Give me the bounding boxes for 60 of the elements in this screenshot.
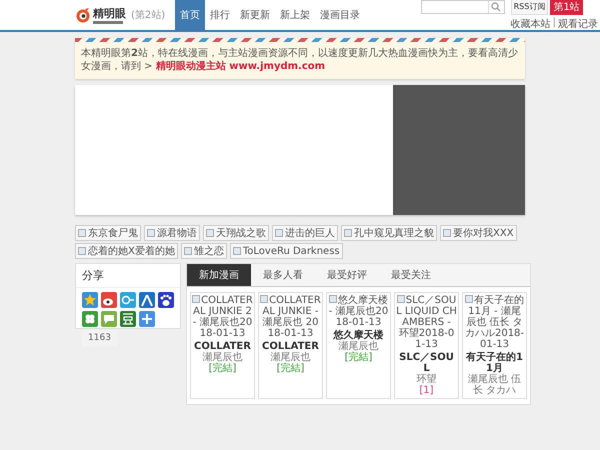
broken-cover-image: COLLATERAL JUNKIE 2 - 瀬尾辰也2018-01-13: [192, 295, 253, 339]
header-link[interactable]: 观看记录: [558, 17, 598, 31]
share-title: 分享: [76, 264, 180, 288]
star-share-icon[interactable]: [82, 292, 98, 308]
comic-author: 瀬尾辰也 伍长 タカハ: [466, 374, 522, 396]
broken-image-link[interactable]: 天翔战之歌: [203, 225, 269, 241]
comic-title[interactable]: 有天子在的11月: [464, 352, 525, 374]
broken-image-link[interactable]: 孔中窥见真理之貌: [341, 225, 437, 241]
broken-image-link[interactable]: 雏之恋: [180, 243, 227, 259]
nav-tab[interactable]: 新更新: [235, 0, 276, 30]
comic-card[interactable]: COLLATERAL JUNKIE - 瀬尾辰也 2018-01-13 COLLATER 瀬尾辰也 [完結]: [258, 292, 323, 399]
notice-text: 本精明眼第2站，特在线漫画，与主站漫画资源不同，以速度更新几大热血漫画快为主，要看高清少女漫画，请到 > 精明眼动漫主站 www.jmydm.com: [80, 46, 519, 74]
nav-tab[interactable]: 漫画目录: [315, 0, 366, 30]
nav-tab[interactable]: 排行: [205, 0, 236, 30]
broken-image-link[interactable]: 源君物语: [144, 225, 200, 241]
rss-button[interactable]: RSS订阅: [510, 0, 548, 15]
header-link[interactable]: 收藏本站: [510, 17, 551, 31]
list-tab[interactable]: 最受好评: [315, 264, 379, 286]
search-icon[interactable]: [488, 1, 503, 13]
comic-author: 瀬尾辰也: [202, 352, 242, 363]
list-tab[interactable]: 新加漫画: [187, 264, 251, 286]
nav-tab[interactable]: 新上架: [275, 0, 316, 30]
comic-title[interactable]: 悠久摩天楼: [328, 330, 389, 341]
comic-author: 环望: [416, 374, 436, 385]
separator: |: [552, 17, 556, 30]
broken-image-link[interactable]: 东京食尸鬼: [75, 225, 141, 241]
broken-image-link[interactable]: ToLoveRu Darkness: [230, 243, 343, 259]
eye-logo-icon: [75, 7, 91, 23]
comic-card[interactable]: SLC／SOUL LIQUID CHAMBERS - 环望2018-01-13 SLC／SOUL 环望 [1]: [394, 292, 459, 399]
broken-image-link[interactable]: 恋着的她X爱着的她: [75, 243, 178, 259]
comic-status: [完結]: [208, 363, 236, 374]
comic-status: [完結]: [344, 352, 372, 363]
search-field[interactable]: [420, 0, 505, 14]
bean-share-icon[interactable]: [120, 311, 136, 327]
list-tab[interactable]: 最多人看: [251, 264, 315, 286]
broken-cover-image: 有天子在的11月 - 瀬尾辰也 伍长 タカハル2018-01-13: [464, 295, 525, 350]
comic-card[interactable]: 悠久摩天楼 - 瀬尾辰也2018-01-13 悠久摩天楼 瀬尾辰也 [完結]: [326, 292, 391, 399]
paw-share-icon[interactable]: [158, 292, 174, 308]
comic-card[interactable]: 有天子在的11月 - 瀬尾辰也 伍长 タカハル2018-01-13 有天子在的11月 瀬尾辰也 伍长 タカハ: [462, 292, 527, 399]
site-name[interactable]: 精明眼: [93, 6, 126, 21]
broken-image-link[interactable]: 要你对我XXX: [440, 225, 517, 241]
list-tab[interactable]: 最受关注: [379, 264, 443, 286]
comic-status: [完結]: [276, 363, 304, 374]
comic-title[interactable]: SLC／SOUL: [396, 352, 457, 374]
station-button[interactable]: 第1站: [550, 0, 583, 15]
eye-share-icon[interactable]: [101, 292, 117, 308]
station-label: (第2站): [131, 8, 166, 22]
broken-cover-image: COLLATERAL JUNKIE - 瀬尾辰也 2018-01-13: [260, 295, 321, 339]
logo-subtitle-bar: [93, 21, 123, 24]
comic-author: 瀬尾辰也: [270, 352, 310, 363]
main-site-link[interactable]: 精明眼动漫主站 www.jmydm.com: [156, 61, 326, 72]
broken-image-link[interactable]: 进击的巨人: [272, 225, 338, 241]
comic-status: [1]: [419, 385, 434, 396]
nav-tab[interactable]: 首页: [175, 0, 206, 30]
comic-card[interactable]: COLLATERAL JUNKIE 2 - 瀬尾辰也2018-01-13 COLLATER 瀬尾辰也 [完結]: [190, 292, 255, 399]
comic-title[interactable]: COLLATER: [192, 341, 253, 352]
comic-title[interactable]: COLLATER: [260, 341, 321, 352]
comic-author: 瀬尾辰也: [338, 341, 378, 352]
broken-cover-image: 悠久摩天楼 - 瀬尾辰也2018-01-13: [328, 295, 389, 328]
broken-cover-image: SLC／SOUL LIQUID CHAMBERS - 环望2018-01-13: [396, 295, 457, 350]
